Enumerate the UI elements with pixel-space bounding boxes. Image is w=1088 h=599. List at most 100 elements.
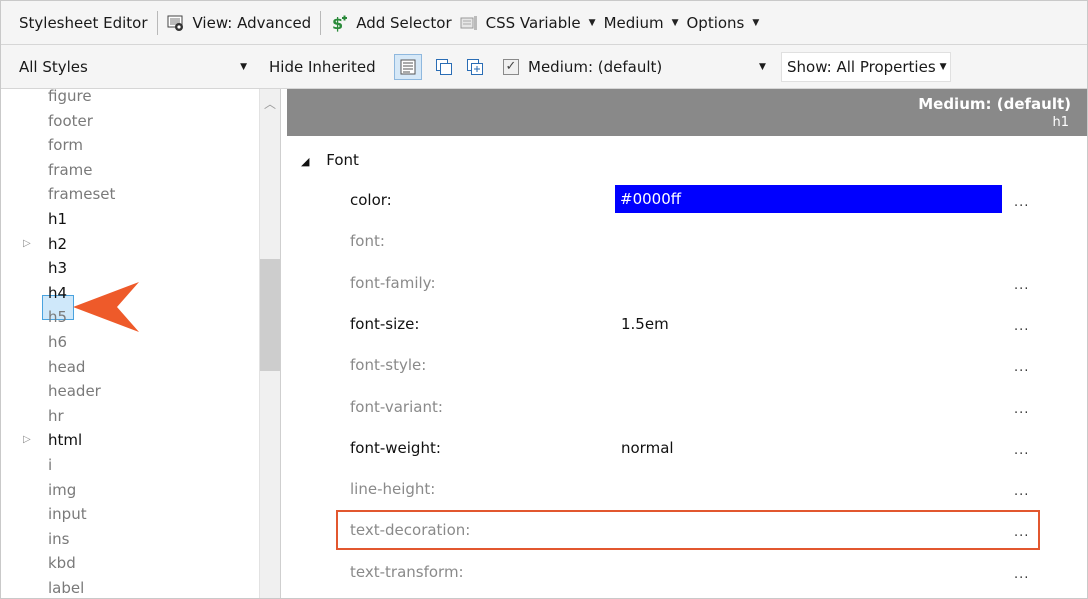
selector-item[interactable]: frame bbox=[1, 158, 259, 182]
view-mode-button[interactable]: View: Advanced bbox=[163, 8, 316, 38]
checkbox-checked-icon: ✓ bbox=[503, 59, 519, 75]
chevron-down-icon: ▼ bbox=[588, 17, 596, 28]
collapse-triangle-icon[interactable]: ◢ bbox=[301, 155, 309, 168]
more-options-button[interactable]: ... bbox=[1014, 567, 1029, 582]
selector-item[interactable]: footer bbox=[1, 109, 259, 133]
selector-item[interactable]: i bbox=[1, 453, 259, 477]
selector-item[interactable]: h3 bbox=[1, 256, 259, 280]
selector-label: i bbox=[48, 456, 53, 474]
selector-item[interactable]: ins bbox=[1, 527, 259, 551]
selector-item[interactable]: form bbox=[1, 133, 259, 157]
properties-header: Medium: (default) h1 bbox=[287, 89, 1087, 136]
chevron-down-icon: ▼ bbox=[752, 17, 760, 28]
add-selector-button[interactable]: $ Add Selector bbox=[326, 8, 455, 38]
property-name: font-variant: bbox=[350, 397, 443, 416]
chevron-down-icon: ▼ bbox=[671, 17, 679, 28]
selector-label: input bbox=[48, 505, 87, 524]
add-selector-label: Add Selector bbox=[356, 13, 452, 32]
add-selector-icon: $ bbox=[330, 14, 348, 33]
selector-label: head bbox=[48, 357, 86, 376]
selector-item[interactable]: header bbox=[1, 379, 259, 403]
selector-item[interactable]: ▷ html bbox=[1, 428, 259, 452]
expand-arrow-icon[interactable]: ▷ bbox=[23, 232, 31, 256]
section-label: Font bbox=[326, 151, 359, 169]
options-menu[interactable]: Options ▼ bbox=[683, 8, 764, 38]
property-list-button[interactable] bbox=[394, 54, 422, 80]
selector-label: h2 bbox=[48, 234, 68, 253]
selector-item[interactable]: label bbox=[1, 576, 259, 598]
selector-label: footer bbox=[48, 111, 93, 130]
selector-item[interactable]: head bbox=[1, 355, 259, 379]
toolbar-separator bbox=[320, 10, 322, 35]
selector-label: form bbox=[48, 136, 83, 155]
selector-label: html bbox=[48, 431, 83, 450]
more-options-button[interactable]: ... bbox=[1014, 402, 1029, 417]
chevron-down-icon: ▼ bbox=[759, 62, 766, 72]
selector-item[interactable]: kbd bbox=[1, 551, 259, 575]
selector-label: h6 bbox=[48, 333, 68, 351]
property-name: color: bbox=[350, 191, 392, 209]
property-value[interactable]: #0000ff bbox=[615, 185, 1002, 213]
chevron-up-icon[interactable]: ︿ bbox=[264, 95, 276, 112]
medium-menu[interactable]: Medium ▼ bbox=[600, 8, 683, 38]
more-options-button[interactable]: ... bbox=[1014, 484, 1029, 499]
selector-item[interactable]: hr bbox=[1, 404, 259, 428]
selector-label: h5 bbox=[48, 308, 68, 327]
styles-dropdown[interactable]: All Styles ▼ bbox=[19, 45, 251, 89]
css-variable-icon bbox=[460, 14, 478, 32]
show-properties-value: Show: All Properties bbox=[787, 58, 936, 76]
selector-item[interactable]: figure bbox=[1, 89, 259, 108]
medium-menu-label: Medium bbox=[603, 13, 664, 32]
svg-text:$: $ bbox=[332, 14, 343, 32]
selector-label: figure bbox=[48, 89, 92, 105]
hide-inherited-button[interactable]: Hide Inherited bbox=[269, 45, 376, 89]
selector-label: img bbox=[48, 480, 77, 499]
main-toolbar: Stylesheet Editor View: Advanced $ Add S… bbox=[1, 1, 1087, 45]
css-variable-label: CSS Variable bbox=[485, 13, 581, 32]
selector-label: hr bbox=[48, 406, 64, 425]
property-name: text-transform: bbox=[350, 562, 464, 581]
more-options-button[interactable]: ... bbox=[1014, 360, 1029, 375]
property-name: font: bbox=[350, 232, 385, 251]
selector-label: ins bbox=[48, 529, 70, 548]
medium-checkbox-label: Medium: (default) bbox=[528, 58, 663, 76]
selector-item[interactable]: img bbox=[1, 478, 259, 502]
filter-toolbar: All Styles ▼ Hide Inherited ✓ Medium: (d… bbox=[1, 45, 1087, 89]
more-options-button[interactable]: ... bbox=[1014, 278, 1029, 293]
css-variable-button[interactable]: CSS Variable ▼ bbox=[456, 8, 600, 38]
medium-checkbox[interactable]: ✓ Medium: (default) bbox=[503, 45, 662, 89]
selector-label: h3 bbox=[48, 259, 68, 278]
header-medium: Medium: (default) bbox=[918, 95, 1071, 113]
selector-scrollbar[interactable]: ︿ bbox=[259, 89, 280, 598]
property-name: font-style: bbox=[350, 356, 427, 375]
show-properties-dropdown[interactable]: Show: All Properties ▼ bbox=[781, 52, 951, 82]
property-name: font-weight: bbox=[350, 438, 441, 457]
selector-label: kbd bbox=[48, 554, 76, 573]
expand-arrow-icon[interactable]: ▷ bbox=[23, 428, 31, 452]
selector-tree: figure footer form frame frameset h1 ▷ h2 h3 h4 h5… bbox=[1, 89, 281, 598]
styles-dropdown-value: All Styles bbox=[19, 58, 88, 76]
more-options-button[interactable]: ... bbox=[1014, 195, 1029, 210]
add-copy-button[interactable] bbox=[464, 45, 486, 89]
selector-item[interactable]: ▷ h2 bbox=[1, 232, 259, 256]
medium-dropdown-toggle[interactable]: ▼ bbox=[759, 45, 773, 89]
property-value[interactable]: normal bbox=[621, 439, 674, 457]
more-options-button[interactable]: ... bbox=[1014, 319, 1029, 334]
chevron-down-icon: ▼ bbox=[240, 62, 247, 72]
callout-arrow bbox=[73, 282, 139, 332]
selector-label: frameset bbox=[48, 185, 116, 204]
more-options-button[interactable]: ... bbox=[1014, 443, 1029, 458]
selector-item[interactable]: h1 bbox=[1, 207, 259, 231]
toolbar-separator bbox=[156, 10, 158, 35]
more-options-button[interactable]: ... bbox=[1014, 525, 1029, 540]
property-value[interactable]: 1.5em bbox=[621, 315, 669, 333]
header-selector: h1 bbox=[1052, 115, 1069, 130]
display-icon bbox=[167, 14, 185, 32]
selector-item[interactable]: input bbox=[1, 502, 259, 526]
copy-button[interactable] bbox=[433, 45, 455, 89]
editor-title: Stylesheet Editor bbox=[19, 13, 148, 32]
selector-label: frame bbox=[48, 160, 93, 179]
scrollbar-thumb[interactable] bbox=[260, 259, 280, 371]
font-section-header[interactable]: ◢ Font bbox=[301, 151, 359, 169]
selector-item[interactable]: frameset bbox=[1, 182, 259, 206]
